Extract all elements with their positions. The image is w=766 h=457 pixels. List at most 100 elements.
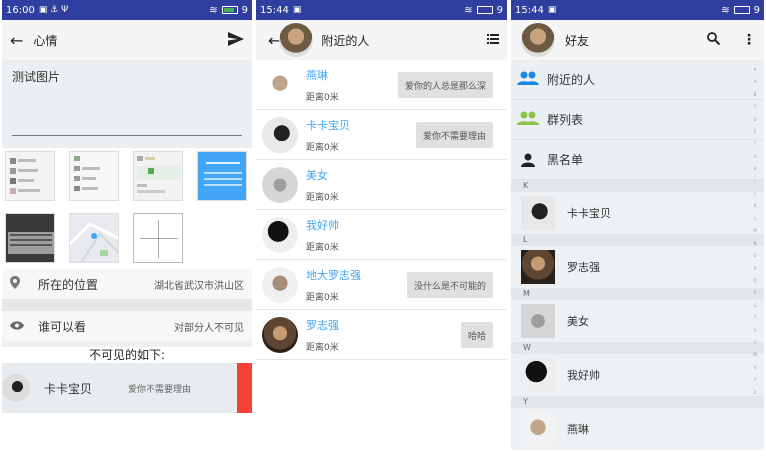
image-notification-icon: ▣ bbox=[292, 5, 302, 15]
list-item[interactable]: 地大罗志强 距离0米 没什么是不可能的 bbox=[256, 260, 507, 310]
send-icon[interactable] bbox=[228, 31, 244, 49]
battery-level: 9 bbox=[753, 4, 760, 16]
mood-screen: 16:00 ▣ ⚓ Ψ ≋ 9 ← 心情 测试图片 所在的位置 湖北省武汉市洪山… bbox=[2, 0, 252, 457]
avatar bbox=[262, 116, 298, 153]
photo-grid bbox=[2, 151, 252, 263]
page-title: 心情 bbox=[33, 33, 58, 48]
page-title: 好友 bbox=[565, 33, 590, 48]
invisible-list-title: 不可见的如下: bbox=[88, 348, 166, 362]
avatar bbox=[279, 23, 314, 57]
friend-signature: 爱你不需要理由 bbox=[128, 384, 192, 395]
status-bar: 15:44 ▣ ≋ 9 bbox=[511, 0, 764, 20]
menu-groups[interactable]: 群列表 bbox=[511, 100, 764, 140]
avatar bbox=[521, 250, 555, 284]
friend-name: 燕琳 bbox=[567, 423, 589, 436]
search-icon[interactable] bbox=[707, 32, 721, 48]
toolbar: 好友 ⋮ bbox=[511, 20, 764, 60]
avatar bbox=[262, 316, 298, 353]
friend-row[interactable]: 罗志强 bbox=[511, 246, 764, 288]
friend-name: 我好帅 bbox=[567, 369, 600, 382]
section-letter: L bbox=[511, 234, 764, 246]
friend-row[interactable]: 美女 bbox=[511, 300, 764, 342]
friend-row[interactable]: 卡卡宝贝 bbox=[511, 192, 764, 234]
menu-blacklist[interactable]: 黑名单 bbox=[511, 140, 764, 180]
person-distance: 距离0米 bbox=[306, 242, 339, 253]
avatar bbox=[521, 412, 555, 446]
avatar bbox=[521, 23, 555, 57]
person-distance: 距离0米 bbox=[306, 142, 339, 153]
list-item[interactable]: 燕琳 距离0米 爱你的人总是那么深 bbox=[256, 60, 507, 110]
toolbar: ← 附近的人 bbox=[256, 20, 507, 60]
battery-icon bbox=[476, 6, 493, 14]
person-name: 燕琳 bbox=[306, 68, 328, 82]
section-letter: M bbox=[511, 288, 764, 300]
photo-thumbnail[interactable] bbox=[69, 213, 119, 263]
location-pin-icon bbox=[10, 276, 20, 292]
delete-button[interactable] bbox=[237, 363, 252, 413]
section-letter: W bbox=[511, 342, 764, 354]
group-icon bbox=[517, 111, 539, 128]
list-menu-icon[interactable] bbox=[487, 33, 499, 47]
visibility-row[interactable]: 谁可以看 对部分人不可见 bbox=[2, 311, 252, 341]
status-time: 15:44 bbox=[515, 4, 544, 16]
friend-row[interactable]: 燕琳 bbox=[511, 408, 764, 450]
alphabet-index-bar[interactable]: # A B C D E F G H I J K L M N O P Q R S … bbox=[750, 64, 760, 399]
battery-level: 9 bbox=[241, 4, 248, 16]
list-item[interactable]: 卡卡宝贝距离0米 爱你不需要理由 bbox=[256, 110, 507, 160]
person-distance: 距离0米 bbox=[306, 292, 339, 303]
person-distance: 距离0米 bbox=[306, 92, 339, 103]
status-time: 16:00 bbox=[6, 4, 35, 16]
friend-name: 卡卡宝贝 bbox=[44, 381, 93, 396]
people-icon bbox=[517, 71, 539, 88]
person-icon bbox=[517, 153, 539, 167]
invisible-friend-row[interactable]: 卡卡宝贝 爱你不需要理由 bbox=[2, 363, 252, 413]
image-notification-icon: ▣ bbox=[547, 5, 557, 15]
person-name: 我好帅 bbox=[306, 218, 339, 232]
photo-thumbnail[interactable] bbox=[5, 151, 55, 201]
divider bbox=[2, 299, 252, 311]
photo-thumbnail[interactable] bbox=[197, 151, 247, 201]
back-arrow-icon[interactable]: ← bbox=[10, 31, 23, 50]
image-notification-icon: ▣ ⚓ Ψ bbox=[38, 5, 69, 15]
visibility-label: 谁可以看 bbox=[38, 319, 87, 334]
mood-input[interactable]: 测试图片 bbox=[2, 60, 252, 148]
person-name: 地大罗志强 bbox=[306, 268, 361, 282]
wifi-icon: ≋ bbox=[464, 4, 473, 16]
friend-name: 卡卡宝贝 bbox=[567, 207, 611, 220]
list-item[interactable]: 罗志强 距离0米 哈哈 bbox=[256, 310, 507, 360]
list-item[interactable]: 我好帅距离0米 bbox=[256, 210, 507, 260]
menu-label: 群列表 bbox=[547, 113, 584, 127]
wifi-icon: ≋ bbox=[721, 4, 730, 16]
avatar bbox=[262, 266, 298, 303]
input-underline bbox=[12, 135, 242, 136]
more-options-icon[interactable]: ⋮ bbox=[742, 32, 756, 48]
battery-icon bbox=[221, 6, 238, 14]
photo-thumbnail[interactable] bbox=[5, 213, 55, 263]
nearby-screen: 15:44 ▣ ≋ 9 ← 附近的人 燕琳 距离0米 爱你的人总是那么深 卡卡宝贝… bbox=[256, 0, 507, 457]
battery-icon bbox=[733, 6, 750, 14]
friends-screen: 15:44 ▣ ≋ 9 好友 ⋮ 附近的人 群列表 黑名单 K 卡卡宝贝 L 罗… bbox=[511, 0, 764, 457]
status-bar: 16:00 ▣ ⚓ Ψ ≋ 9 bbox=[2, 0, 252, 20]
friend-row[interactable]: 我好帅 bbox=[511, 354, 764, 396]
list-item[interactable]: 美女 距离0米 bbox=[256, 160, 507, 210]
location-label: 所在的位置 bbox=[38, 277, 99, 292]
avatar bbox=[521, 358, 555, 392]
battery-level: 9 bbox=[496, 4, 503, 16]
status-bar: 15:44 ▣ ≋ 9 bbox=[256, 0, 507, 20]
index-letters: # A B C D E F G H I J K L M N O P Q R S … bbox=[753, 67, 757, 395]
photo-thumbnail[interactable] bbox=[69, 151, 119, 201]
message-bubble: 爱你不需要理由 bbox=[415, 122, 493, 148]
status-time: 15:44 bbox=[260, 4, 289, 16]
menu-label: 附近的人 bbox=[547, 73, 596, 87]
person-name: 美女 bbox=[306, 168, 328, 182]
add-photo-button[interactable] bbox=[133, 213, 183, 263]
mood-text: 测试图片 bbox=[12, 70, 61, 84]
photo-thumbnail[interactable] bbox=[133, 151, 183, 201]
person-distance: 距离0米 bbox=[306, 342, 339, 353]
menu-nearby[interactable]: 附近的人 bbox=[511, 60, 764, 100]
person-name: 卡卡宝贝 bbox=[306, 118, 350, 132]
nearby-list: 燕琳 距离0米 爱你的人总是那么深 卡卡宝贝 距离0米 爱你不需要理由 美女 距离0米… bbox=[256, 60, 507, 360]
location-row[interactable]: 所在的位置 湖北省武汉市洪山区 bbox=[2, 269, 252, 299]
location-value: 湖北省武汉市洪山区 bbox=[154, 280, 244, 292]
avatar bbox=[262, 66, 298, 103]
